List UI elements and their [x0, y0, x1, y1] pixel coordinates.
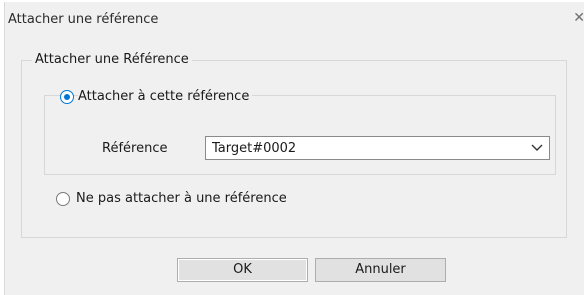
reference-field-label: Référence	[102, 141, 168, 156]
chevron-down-icon[interactable]	[531, 143, 543, 153]
title-bar: Attacher une référence ✕	[5, 2, 584, 38]
no-attach-radio-label[interactable]: Ne pas attacher à une référence	[76, 191, 290, 207]
attach-reference-radio[interactable]	[60, 90, 74, 104]
ok-button[interactable]: OK	[177, 258, 308, 282]
reference-dropdown-value: Target#0002	[212, 141, 297, 156]
attach-option-group	[44, 95, 556, 175]
attach-reference-radio-label[interactable]: Attacher à cette référence	[78, 89, 253, 105]
group-title: Attacher une Référence	[32, 52, 192, 68]
cancel-button[interactable]: Annuler	[315, 258, 446, 282]
reference-dropdown[interactable]: Target#0002	[205, 136, 550, 160]
close-icon[interactable]: ✕	[573, 11, 584, 25]
window-title: Attacher une référence	[8, 12, 159, 27]
no-attach-radio[interactable]	[56, 192, 70, 206]
